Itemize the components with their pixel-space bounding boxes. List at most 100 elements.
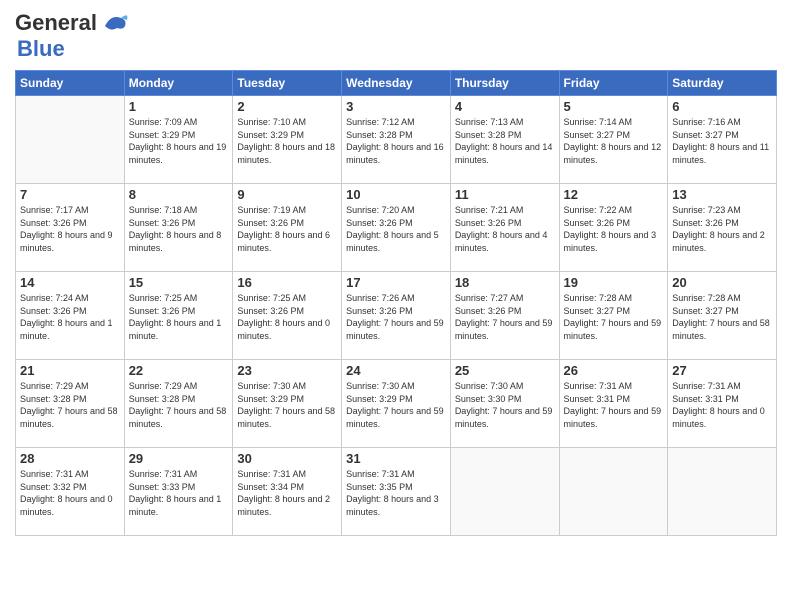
day-number: 1	[129, 99, 229, 114]
day-number: 10	[346, 187, 446, 202]
day-number: 7	[20, 187, 120, 202]
day-number: 13	[672, 187, 772, 202]
calendar-day-cell: 14Sunrise: 7:24 AMSunset: 3:26 PMDayligh…	[16, 272, 125, 360]
day-number: 19	[564, 275, 664, 290]
day-details: Sunrise: 7:13 AMSunset: 3:28 PMDaylight:…	[455, 116, 555, 166]
calendar-day-cell: 20 Sunrise: 7:28 AMSunset: 3:27 PMDayligh…	[668, 272, 777, 360]
day-number: 27	[672, 363, 772, 378]
calendar-day-cell: 2 Sunrise: 7:10 AMSunset: 3:29 PMDaylight…	[233, 96, 342, 184]
day-number: 17	[346, 275, 446, 290]
calendar-day-cell: 22 Sunrise: 7:29 AMSunset: 3:28 PMDayligh…	[124, 360, 233, 448]
calendar-day-header: Wednesday	[342, 71, 451, 96]
calendar-day-cell: 19 Sunrise: 7:28 AMSunset: 3:27 PMDayligh…	[559, 272, 668, 360]
calendar-day-cell: 26 Sunrise: 7:31 AMSunset: 3:31 PMDayligh…	[559, 360, 668, 448]
calendar-day-cell	[16, 96, 125, 184]
day-details: Sunrise: 7:19 AMSunset: 3:26 PMDaylight:…	[237, 204, 337, 254]
calendar-day-cell	[668, 448, 777, 536]
day-number: 22	[129, 363, 229, 378]
logo: General Blue	[15, 10, 129, 62]
calendar-week-row: 21 Sunrise: 7:29 AMSunset: 3:28 PMDayligh…	[16, 360, 777, 448]
calendar-day-header: Sunday	[16, 71, 125, 96]
calendar-day-cell: 31Sunrise: 7:31 AMSunset: 3:35 PMDayligh…	[342, 448, 451, 536]
day-details: Sunrise: 7:09 AMSunset: 3:29 PMDaylight:…	[129, 116, 229, 166]
calendar-day-header: Tuesday	[233, 71, 342, 96]
calendar-day-cell: 7 Sunrise: 7:17 AMSunset: 3:26 PMDaylight…	[16, 184, 125, 272]
calendar-week-row: 28Sunrise: 7:31 AMSunset: 3:32 PMDayligh…	[16, 448, 777, 536]
day-number: 11	[455, 187, 555, 202]
day-number: 28	[20, 451, 120, 466]
day-details: Sunrise: 7:22 AMSunset: 3:26 PMDaylight:…	[564, 204, 664, 254]
day-details: Sunrise: 7:31 AMSunset: 3:34 PMDaylight:…	[237, 468, 337, 518]
day-details: Sunrise: 7:25 AMSunset: 3:26 PMDaylight:…	[237, 292, 337, 342]
calendar-day-cell: 23 Sunrise: 7:30 AMSunset: 3:29 PMDayligh…	[233, 360, 342, 448]
page-container: General Blue SundayMondayTuesdayWednesda…	[0, 0, 792, 546]
calendar-day-cell: 12 Sunrise: 7:22 AMSunset: 3:26 PMDayligh…	[559, 184, 668, 272]
day-number: 26	[564, 363, 664, 378]
calendar-day-cell	[450, 448, 559, 536]
calendar-day-cell: 4 Sunrise: 7:13 AMSunset: 3:28 PMDaylight…	[450, 96, 559, 184]
calendar-week-row: 14Sunrise: 7:24 AMSunset: 3:26 PMDayligh…	[16, 272, 777, 360]
day-details: Sunrise: 7:17 AMSunset: 3:26 PMDaylight:…	[20, 204, 120, 254]
day-number: 12	[564, 187, 664, 202]
day-number: 23	[237, 363, 337, 378]
logo-text-general: General	[15, 10, 97, 36]
header: General Blue	[15, 10, 777, 62]
day-details: Sunrise: 7:29 AMSunset: 3:28 PMDaylight:…	[129, 380, 229, 430]
calendar-day-cell: 3Sunrise: 7:12 AMSunset: 3:28 PMDaylight…	[342, 96, 451, 184]
day-details: Sunrise: 7:31 AMSunset: 3:33 PMDaylight:…	[129, 468, 229, 518]
calendar-day-cell: 30 Sunrise: 7:31 AMSunset: 3:34 PMDayligh…	[233, 448, 342, 536]
logo-text-blue: Blue	[17, 36, 65, 62]
day-number: 15	[129, 275, 229, 290]
day-number: 8	[129, 187, 229, 202]
day-number: 6	[672, 99, 772, 114]
calendar-day-cell: 10 Sunrise: 7:20 AMSunset: 3:26 PMDayligh…	[342, 184, 451, 272]
calendar-day-cell: 18Sunrise: 7:27 AMSunset: 3:26 PMDayligh…	[450, 272, 559, 360]
calendar-day-cell: 9 Sunrise: 7:19 AMSunset: 3:26 PMDaylight…	[233, 184, 342, 272]
calendar-day-cell: 28Sunrise: 7:31 AMSunset: 3:32 PMDayligh…	[16, 448, 125, 536]
day-details: Sunrise: 7:21 AMSunset: 3:26 PMDaylight:…	[455, 204, 555, 254]
day-details: Sunrise: 7:30 AMSunset: 3:30 PMDaylight:…	[455, 380, 555, 430]
day-number: 30	[237, 451, 337, 466]
day-number: 3	[346, 99, 446, 114]
day-number: 4	[455, 99, 555, 114]
calendar-day-header: Thursday	[450, 71, 559, 96]
calendar-day-cell: 6 Sunrise: 7:16 AMSunset: 3:27 PMDaylight…	[668, 96, 777, 184]
day-details: Sunrise: 7:23 AMSunset: 3:26 PMDaylight:…	[672, 204, 772, 254]
calendar-week-row: 7 Sunrise: 7:17 AMSunset: 3:26 PMDaylight…	[16, 184, 777, 272]
day-number: 24	[346, 363, 446, 378]
day-number: 2	[237, 99, 337, 114]
day-details: Sunrise: 7:10 AMSunset: 3:29 PMDaylight:…	[237, 116, 337, 166]
calendar-day-header: Monday	[124, 71, 233, 96]
calendar-day-cell: 16Sunrise: 7:25 AMSunset: 3:26 PMDayligh…	[233, 272, 342, 360]
day-number: 9	[237, 187, 337, 202]
day-details: Sunrise: 7:28 AMSunset: 3:27 PMDaylight:…	[672, 292, 772, 342]
day-details: Sunrise: 7:30 AMSunset: 3:29 PMDaylight:…	[237, 380, 337, 430]
day-details: Sunrise: 7:20 AMSunset: 3:26 PMDaylight:…	[346, 204, 446, 254]
calendar-day-cell: 21 Sunrise: 7:29 AMSunset: 3:28 PMDayligh…	[16, 360, 125, 448]
logo-bird-icon	[101, 12, 129, 34]
calendar-header-row: SundayMondayTuesdayWednesdayThursdayFrid…	[16, 71, 777, 96]
day-details: Sunrise: 7:18 AMSunset: 3:26 PMDaylight:…	[129, 204, 229, 254]
calendar-day-cell	[559, 448, 668, 536]
calendar-day-cell: 5 Sunrise: 7:14 AMSunset: 3:27 PMDaylight…	[559, 96, 668, 184]
calendar-day-cell: 8 Sunrise: 7:18 AMSunset: 3:26 PMDaylight…	[124, 184, 233, 272]
calendar-day-cell: 13 Sunrise: 7:23 AMSunset: 3:26 PMDayligh…	[668, 184, 777, 272]
day-details: Sunrise: 7:27 AMSunset: 3:26 PMDaylight:…	[455, 292, 555, 342]
day-number: 20	[672, 275, 772, 290]
day-details: Sunrise: 7:29 AMSunset: 3:28 PMDaylight:…	[20, 380, 120, 430]
day-details: Sunrise: 7:25 AMSunset: 3:26 PMDaylight:…	[129, 292, 229, 342]
day-details: Sunrise: 7:28 AMSunset: 3:27 PMDaylight:…	[564, 292, 664, 342]
day-number: 21	[20, 363, 120, 378]
calendar-day-cell: 15 Sunrise: 7:25 AMSunset: 3:26 PMDayligh…	[124, 272, 233, 360]
calendar-day-cell: 1 Sunrise: 7:09 AMSunset: 3:29 PMDaylight…	[124, 96, 233, 184]
day-details: Sunrise: 7:31 AMSunset: 3:35 PMDaylight:…	[346, 468, 446, 518]
day-number: 29	[129, 451, 229, 466]
day-details: Sunrise: 7:16 AMSunset: 3:27 PMDaylight:…	[672, 116, 772, 166]
day-details: Sunrise: 7:31 AMSunset: 3:31 PMDaylight:…	[672, 380, 772, 430]
day-details: Sunrise: 7:31 AMSunset: 3:31 PMDaylight:…	[564, 380, 664, 430]
day-number: 25	[455, 363, 555, 378]
calendar-day-cell: 27 Sunrise: 7:31 AMSunset: 3:31 PMDayligh…	[668, 360, 777, 448]
calendar-week-row: 1 Sunrise: 7:09 AMSunset: 3:29 PMDaylight…	[16, 96, 777, 184]
day-details: Sunrise: 7:14 AMSunset: 3:27 PMDaylight:…	[564, 116, 664, 166]
day-number: 5	[564, 99, 664, 114]
